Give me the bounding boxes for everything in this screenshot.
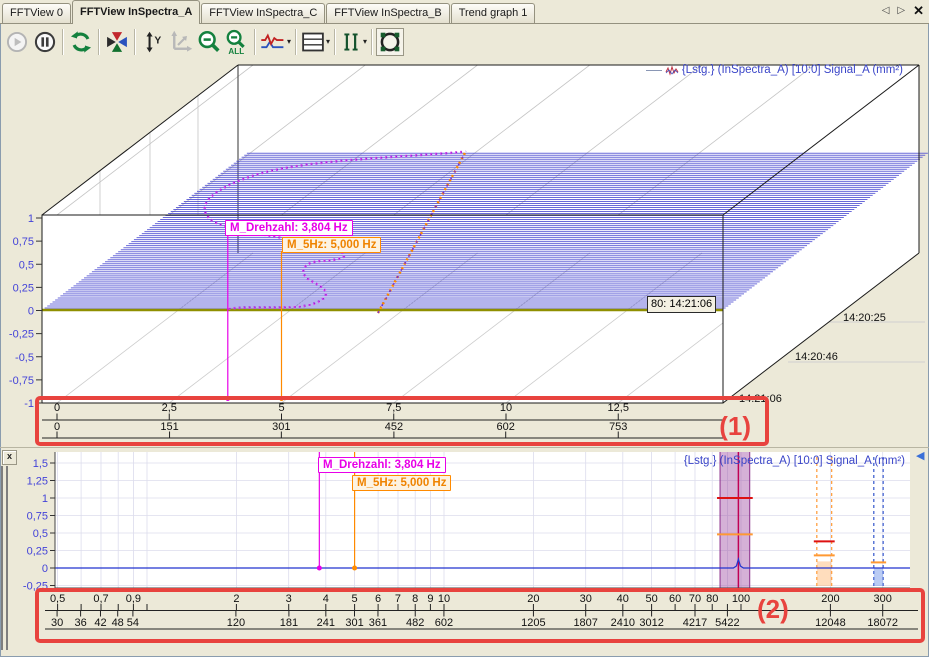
zoom-out-icon xyxy=(197,30,221,54)
cursor-tools-button-dropdown-icon[interactable]: ▾ xyxy=(363,37,367,46)
annotation-box-2: (2) xyxy=(35,588,925,643)
band-marker-button[interactable] xyxy=(376,28,404,56)
tab-fftview-inspectra-c[interactable]: FFTView InSpectra_C xyxy=(201,3,325,23)
legend-line-sample xyxy=(646,70,662,71)
svg-text:1: 1 xyxy=(28,213,34,225)
pane-close-button[interactable]: x xyxy=(2,450,17,465)
toolbar-separator xyxy=(62,29,64,55)
legend-series-label: {Lstg.} (InSpectra_A) [10:0] Signal_A (m… xyxy=(682,64,903,76)
svg-text:0: 0 xyxy=(42,563,48,575)
svg-text:-0,5: -0,5 xyxy=(15,352,34,364)
zoom-all-icon: ALL xyxy=(224,29,250,55)
curve-style-icon xyxy=(260,32,286,52)
layout-button-dropdown-icon[interactable]: ▾ xyxy=(326,37,330,46)
marker-label-drehzahl-bottom[interactable]: M_Drehzahl: 3,804 Hz xyxy=(318,457,446,473)
annotation-2-label: (2) xyxy=(757,594,789,625)
annotation-box-1: (1) xyxy=(35,396,769,446)
splitter-grip-left[interactable] xyxy=(1,466,3,650)
waterfall-y-axis: 1 0,75 0,5 0,25 0 -0,25 -0,5 -0,75 -1 xyxy=(9,213,42,410)
svg-text:-0,25: -0,25 xyxy=(9,329,34,341)
svg-text:0,5: 0,5 xyxy=(19,259,34,271)
legend-waveform-icon xyxy=(665,65,679,76)
play-button[interactable] xyxy=(3,28,31,56)
legend-series-label: {Lstg.} (InSpectra_A) [10:0] Signal_A (m… xyxy=(684,455,905,467)
annotation-1-label: (1) xyxy=(719,411,751,442)
marker-label-5hz-top[interactable]: M_5Hz: 5,000 Hz xyxy=(282,237,381,253)
play-icon xyxy=(6,31,28,53)
cursor-readout-box: 80: 14:21:06 xyxy=(647,296,716,313)
pan-axes-icon xyxy=(169,30,193,54)
toolbar-separator xyxy=(98,29,100,55)
svg-text:Y: Y xyxy=(154,35,161,46)
layout-icon xyxy=(301,31,325,53)
svg-text:-1: -1 xyxy=(24,398,34,410)
band-ring-icon xyxy=(378,30,402,54)
toolbar-separator xyxy=(134,29,136,55)
marker-label-5hz-bottom[interactable]: M_5Hz: 5,000 Hz xyxy=(352,475,451,491)
tab-bar: FFTView 0FFTView InSpectra_AFFTView InSp… xyxy=(0,0,929,24)
pause-button[interactable] xyxy=(31,28,59,56)
svg-text:0,5: 0,5 xyxy=(33,528,48,540)
zoom-all-button[interactable]: ALL xyxy=(223,28,251,56)
tab-fftview-inspectra-a[interactable]: FFTView InSpectra_A xyxy=(72,0,200,24)
marker-label-drehzahl-top[interactable]: M_Drehzahl: 3,804 Hz xyxy=(225,220,353,236)
pan-axes-button[interactable] xyxy=(167,28,195,56)
toolbar: Y ALL ▾ ▾ ▾ xyxy=(0,25,929,58)
zoom-out-button[interactable] xyxy=(195,28,223,56)
collapse-pane-icon[interactable]: ◀ xyxy=(916,449,924,462)
close-icon[interactable]: ✕ xyxy=(913,4,924,18)
curve-style-button-dropdown-icon[interactable]: ▾ xyxy=(287,37,291,46)
color-wheel-button[interactable] xyxy=(103,28,131,56)
splitter-grip-right[interactable] xyxy=(6,466,8,650)
tab-trend-graph-1[interactable]: Trend graph 1 xyxy=(451,3,536,23)
y-autoscale-button[interactable]: Y xyxy=(139,28,167,56)
pause-icon xyxy=(34,31,56,53)
charts-canvas: 02,557,51012,5015130145260275310,750,50,… xyxy=(0,0,929,657)
spectrum-y-axis: 1,51,2510,750,50,250-0,25 xyxy=(23,458,55,593)
tab-fftview-0[interactable]: FFTView 0 xyxy=(2,3,71,23)
toolbar-separator xyxy=(371,29,373,55)
cursor-tools-button[interactable]: ▾ xyxy=(339,28,368,56)
fft-application-window: 02,557,51012,5015130145260275310,750,50,… xyxy=(0,0,929,657)
svg-text:0,25: 0,25 xyxy=(13,282,34,294)
tab-scroll-right-icon[interactable]: ▷ xyxy=(897,4,905,18)
layout-button[interactable]: ▾ xyxy=(300,28,331,56)
cursor-icon xyxy=(340,31,362,53)
tab-fftview-inspectra-b[interactable]: FFTView InSpectra_B xyxy=(326,3,449,23)
svg-text:0,25: 0,25 xyxy=(27,546,48,558)
waterfall-legend: {Lstg.} (InSpectra_A) [10:0] Signal_A (m… xyxy=(646,64,903,76)
tab-scroll-left-icon[interactable]: ◁ xyxy=(882,4,890,18)
toolbar-separator xyxy=(334,29,336,55)
toolbar-separator xyxy=(295,29,297,55)
pane-splitter[interactable] xyxy=(0,447,929,448)
color-wheel-icon xyxy=(105,30,129,54)
waterfall-3d-plot[interactable]: 02,557,51012,5015130145260275310,750,50,… xyxy=(9,65,928,438)
toolbar-separator xyxy=(254,29,256,55)
time-label-14-20-46: 14:20:46 xyxy=(795,351,838,363)
svg-text:0,75: 0,75 xyxy=(13,236,34,248)
spectrum-legend: {Lstg.} (InSpectra_A) [10:0] Signal_A (m… xyxy=(684,455,905,467)
y-scale-icon: Y xyxy=(142,31,164,53)
svg-text:1: 1 xyxy=(42,493,48,505)
time-label-14-20-25: 14:20:25 xyxy=(843,312,886,324)
curve-style-button[interactable]: ▾ xyxy=(259,28,292,56)
svg-text:0: 0 xyxy=(28,306,34,318)
refresh-icon xyxy=(69,30,93,54)
svg-text:0,75: 0,75 xyxy=(27,511,48,523)
refresh-button[interactable] xyxy=(67,28,95,56)
tab-navigation: ◁ ▷ ✕ xyxy=(882,4,924,18)
svg-text:ALL: ALL xyxy=(228,46,244,54)
svg-text:-0,75: -0,75 xyxy=(9,375,34,387)
svg-text:1,25: 1,25 xyxy=(27,476,48,488)
svg-text:1,5: 1,5 xyxy=(33,458,48,470)
